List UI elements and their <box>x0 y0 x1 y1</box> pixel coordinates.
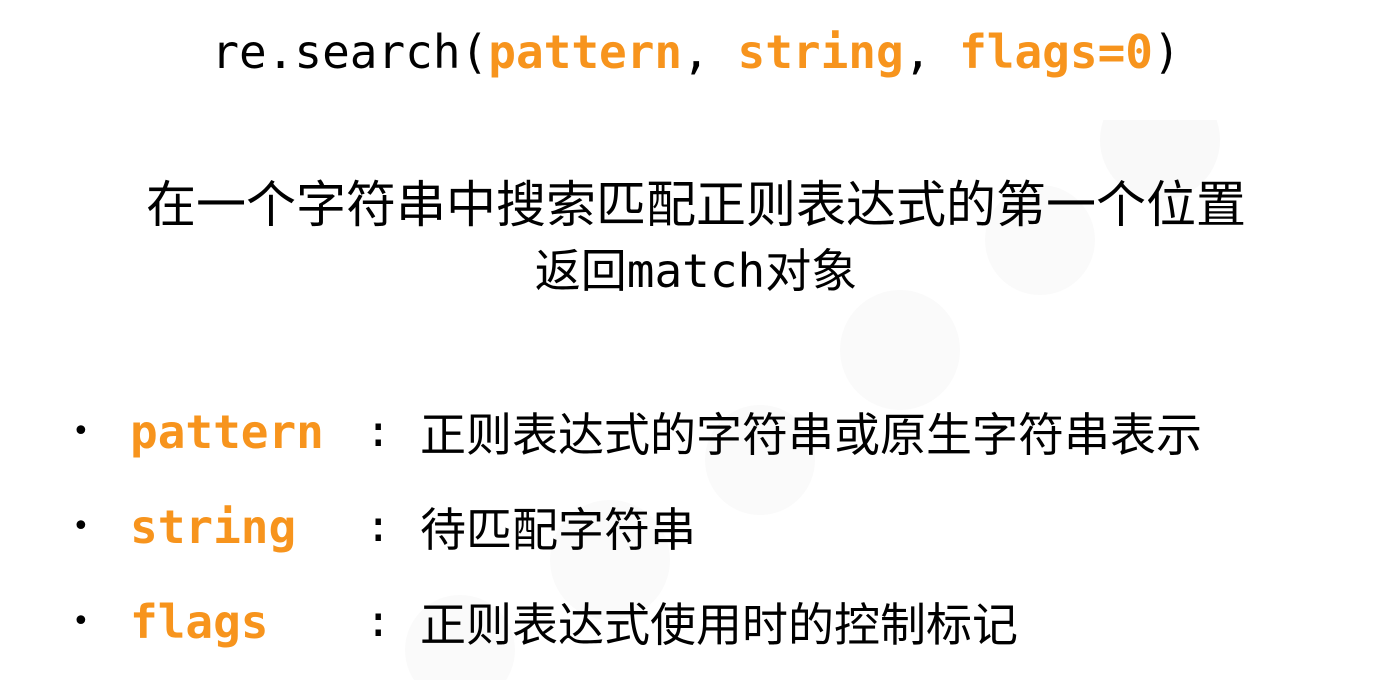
signature-separator: , <box>903 25 960 79</box>
bullet-icon: • <box>72 508 90 544</box>
signature-separator: , <box>682 25 738 79</box>
param-name: flags <box>130 594 269 649</box>
function-description: 在一个字符串中搜索匹配正则表达式的第一个位置 返回match对象 <box>0 172 1392 304</box>
signature-param-flags: flags=0 <box>959 25 1153 79</box>
param-name: pattern <box>130 404 324 459</box>
description-line-2-post: 对象 <box>765 244 858 298</box>
description-match-code: match <box>626 244 766 298</box>
signature-param-string: string <box>737 25 904 79</box>
signature-suffix: ) <box>1152 25 1181 79</box>
param-colon: : <box>365 406 392 457</box>
description-line-2-pre: 返回 <box>534 244 627 298</box>
bullet-icon: • <box>72 603 90 639</box>
param-description: 待匹配字符串 <box>420 502 696 557</box>
slide: re.search(pattern, string, flags=0) 在一个字… <box>0 0 1392 687</box>
bullet-icon: • <box>72 413 90 449</box>
list-item: • flags : 正则表达式使用时的控制标记 <box>72 574 1372 669</box>
description-line-1: 在一个字符串中搜索匹配正则表达式的第一个位置 <box>146 176 1246 234</box>
param-colon: : <box>365 501 392 552</box>
signature-param-pattern: pattern <box>488 25 683 79</box>
param-colon: : <box>365 596 392 647</box>
param-description: 正则表达式的字符串或原生字符串表示 <box>420 407 1202 462</box>
function-signature: re.search(pattern, string, flags=0) <box>0 22 1392 82</box>
signature-prefix: re.search( <box>211 25 489 79</box>
param-name: string <box>130 499 297 554</box>
list-item: • pattern : 正则表达式的字符串或原生字符串表示 <box>72 384 1372 479</box>
list-item: • string : 待匹配字符串 <box>72 479 1372 574</box>
parameter-list: • pattern : 正则表达式的字符串或原生字符串表示 • string :… <box>72 384 1372 669</box>
param-description: 正则表达式使用时的控制标记 <box>420 597 1018 652</box>
description-line-2: 返回match对象 <box>0 238 1392 304</box>
